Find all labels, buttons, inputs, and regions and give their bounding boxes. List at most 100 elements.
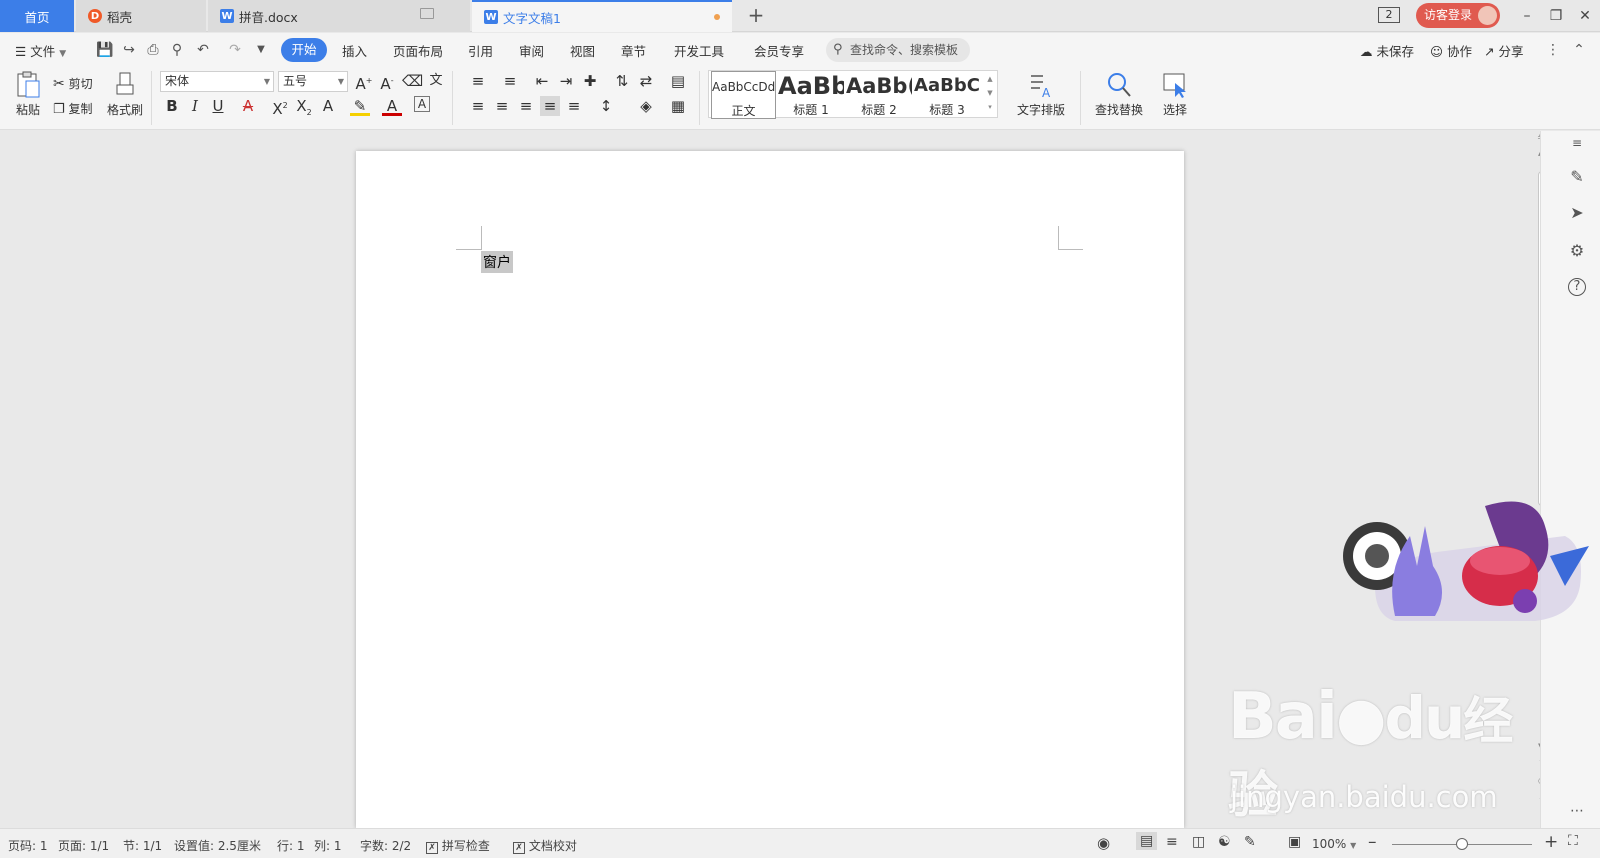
tab-current-document[interactable]: W 文字文稿1 xyxy=(472,0,732,32)
align-left-icon[interactable]: ≡ xyxy=(468,96,488,116)
zoom-select[interactable]: 100% ▼ xyxy=(1312,837,1356,851)
new-tab-button[interactable]: + xyxy=(744,4,768,28)
file-menu[interactable]: ☰ 文件 ▼ xyxy=(15,41,66,60)
spell-check-button[interactable]: ✗ 拼写检查 xyxy=(426,837,490,854)
menu-member[interactable]: 会员专享 xyxy=(754,41,804,60)
print-icon[interactable]: ⎙ xyxy=(144,41,162,59)
format-painter-button[interactable]: 格式刷 xyxy=(105,71,145,118)
justify-icon[interactable]: ≡ xyxy=(540,96,560,116)
undo-icon[interactable]: ↶ xyxy=(194,41,212,59)
document-page[interactable]: 窗户 xyxy=(356,151,1184,828)
help-icon[interactable]: ? xyxy=(1568,278,1586,296)
command-search-box[interactable]: ⚲ 查找命令、搜索模板 xyxy=(826,38,970,62)
fullscreen-icon[interactable]: ⛶ xyxy=(1568,833,1578,849)
bold-icon[interactable]: B xyxy=(162,96,182,116)
numbered-list-icon[interactable]: ≡ xyxy=(500,71,520,91)
proofread-button[interactable]: ✗ 文档校对 xyxy=(513,837,577,854)
menu-view[interactable]: 视图 xyxy=(570,41,595,60)
more-options-icon[interactable]: ⋯ xyxy=(1566,800,1588,822)
monitor-icon[interactable] xyxy=(420,8,434,19)
pinyin-guide-icon[interactable]: 文 xyxy=(426,71,446,91)
print-preview-icon[interactable]: ⚲ xyxy=(168,41,186,59)
tab-home[interactable]: 首页 xyxy=(0,0,74,32)
cut-button[interactable]: ✂ 剪切 xyxy=(53,75,93,92)
sort-icon[interactable]: ⇅ xyxy=(612,71,632,91)
font-color-icon[interactable]: A xyxy=(382,96,402,116)
subscript-icon[interactable]: X2 xyxy=(294,96,314,117)
char-border-icon[interactable]: A xyxy=(414,96,430,112)
status-col[interactable]: 列: 1 xyxy=(314,837,342,854)
status-section[interactable]: 节: 1/1 xyxy=(123,837,162,854)
share-button[interactable]: ↗ 分享 xyxy=(1484,41,1523,60)
page-view-icon[interactable]: ▤ xyxy=(1136,832,1158,850)
pen-icon[interactable]: ✎ xyxy=(1566,166,1588,188)
settings-sliders-icon[interactable]: ⚙ xyxy=(1566,240,1588,262)
clear-format-icon[interactable]: ⌫ xyxy=(402,71,423,91)
web-view-icon[interactable]: ☯ xyxy=(1218,834,1231,850)
more-icon[interactable]: ⋮ xyxy=(1544,41,1562,59)
font-name-select[interactable]: 宋体 ▼ xyxy=(160,71,274,92)
text-layout-button[interactable]: A 文字排版 xyxy=(1010,71,1072,118)
italic-icon[interactable]: I xyxy=(185,96,205,116)
menu-chapter[interactable]: 章节 xyxy=(621,41,646,60)
select-button[interactable]: 选择 xyxy=(1154,71,1196,118)
distributed-icon[interactable]: ≡ xyxy=(564,96,584,116)
selected-text[interactable]: 窗户 xyxy=(481,251,513,273)
underline-icon[interactable]: U xyxy=(208,96,228,116)
style-heading-3[interactable]: AaBbC 标题 3 xyxy=(914,71,980,119)
collapse-ribbon-icon[interactable]: ⌃ xyxy=(1570,41,1588,59)
style-heading-2[interactable]: AaBb( 标题 2 xyxy=(846,71,912,119)
status-row[interactable]: 行: 1 xyxy=(277,837,305,854)
chinese-layout-icon[interactable]: ✚ xyxy=(580,71,600,91)
reading-view-icon[interactable]: ◫ xyxy=(1192,834,1205,850)
superscript-icon[interactable]: X2 xyxy=(270,96,290,118)
align-right-icon[interactable]: ≡ xyxy=(516,96,536,116)
menu-page-layout[interactable]: 页面布局 xyxy=(393,41,443,60)
guest-login-button[interactable]: 访客登录 xyxy=(1416,3,1500,28)
menu-references[interactable]: 引用 xyxy=(468,41,493,60)
status-word-count[interactable]: 字数: 2/2 xyxy=(360,837,411,854)
borders-icon[interactable]: ▦ xyxy=(668,96,688,116)
status-page-number[interactable]: 页码: 1 xyxy=(8,837,48,854)
gallery-scroll[interactable]: ▲ ▼ ▾ xyxy=(984,72,996,116)
decrease-indent-icon[interactable]: ⇤ xyxy=(532,71,552,91)
shrink-font-icon[interactable]: A- xyxy=(377,71,397,93)
menu-insert[interactable]: 插入 xyxy=(342,41,367,60)
export-icon[interactable]: ↪ xyxy=(120,41,138,59)
status-pages[interactable]: 页面: 1/1 xyxy=(58,837,109,854)
paste-button[interactable]: 粘贴 xyxy=(10,71,46,118)
show-marks-icon[interactable]: ⇄ xyxy=(636,71,656,91)
pointer-icon[interactable]: ➤ xyxy=(1566,202,1588,224)
tab-daoke[interactable]: D 稻壳 xyxy=(76,0,206,32)
eye-protection-icon[interactable]: ◉ xyxy=(1097,834,1110,852)
bullet-list-icon[interactable]: ≡ xyxy=(468,71,488,91)
zoom-out-button[interactable]: – xyxy=(1368,832,1377,852)
grow-font-icon[interactable]: A+ xyxy=(354,71,374,93)
highlight-icon[interactable]: ✎ xyxy=(350,96,370,116)
style-heading-1[interactable]: AaBb 标题 1 xyxy=(778,71,844,119)
minimize-button[interactable]: – xyxy=(1516,5,1538,27)
fit-page-icon[interactable]: ▣ xyxy=(1288,834,1301,850)
restore-button[interactable]: ❐ xyxy=(1545,5,1567,27)
close-button[interactable]: ✕ xyxy=(1574,5,1596,27)
outline-view-icon[interactable]: ≡ xyxy=(1166,834,1178,850)
zoom-slider-knob[interactable] xyxy=(1456,838,1468,850)
menu-dev-tools[interactable]: 开发工具 xyxy=(674,41,724,60)
strikethrough-icon[interactable]: A xyxy=(238,96,258,116)
collapse-pane-icon[interactable]: ≡ xyxy=(1566,132,1588,154)
menu-review[interactable]: 审阅 xyxy=(519,41,544,60)
customize-toolbar-icon[interactable]: ▼ xyxy=(252,41,270,59)
increase-indent-icon[interactable]: ⇥ xyxy=(556,71,576,91)
copy-button[interactable]: ❐ 复制 xyxy=(53,100,93,117)
save-icon[interactable]: 💾 xyxy=(96,41,114,59)
text-effect-icon[interactable]: A xyxy=(318,96,338,116)
collab-button[interactable]: ☺ 协作 xyxy=(1430,41,1472,60)
align-center-icon[interactable]: ≡ xyxy=(492,96,512,116)
tab-pinyin-docx[interactable]: W 拼音.docx xyxy=(208,0,470,32)
window-count-badge[interactable]: 2 xyxy=(1378,7,1400,23)
zoom-in-button[interactable]: + xyxy=(1544,832,1558,852)
line-spacing-icon[interactable]: ↕ xyxy=(596,96,616,116)
redo-icon[interactable]: ↷ xyxy=(226,41,244,59)
status-setting-value[interactable]: 设置值: 2.5厘米 xyxy=(174,837,261,854)
font-size-select[interactable]: 五号 ▼ xyxy=(278,71,348,92)
